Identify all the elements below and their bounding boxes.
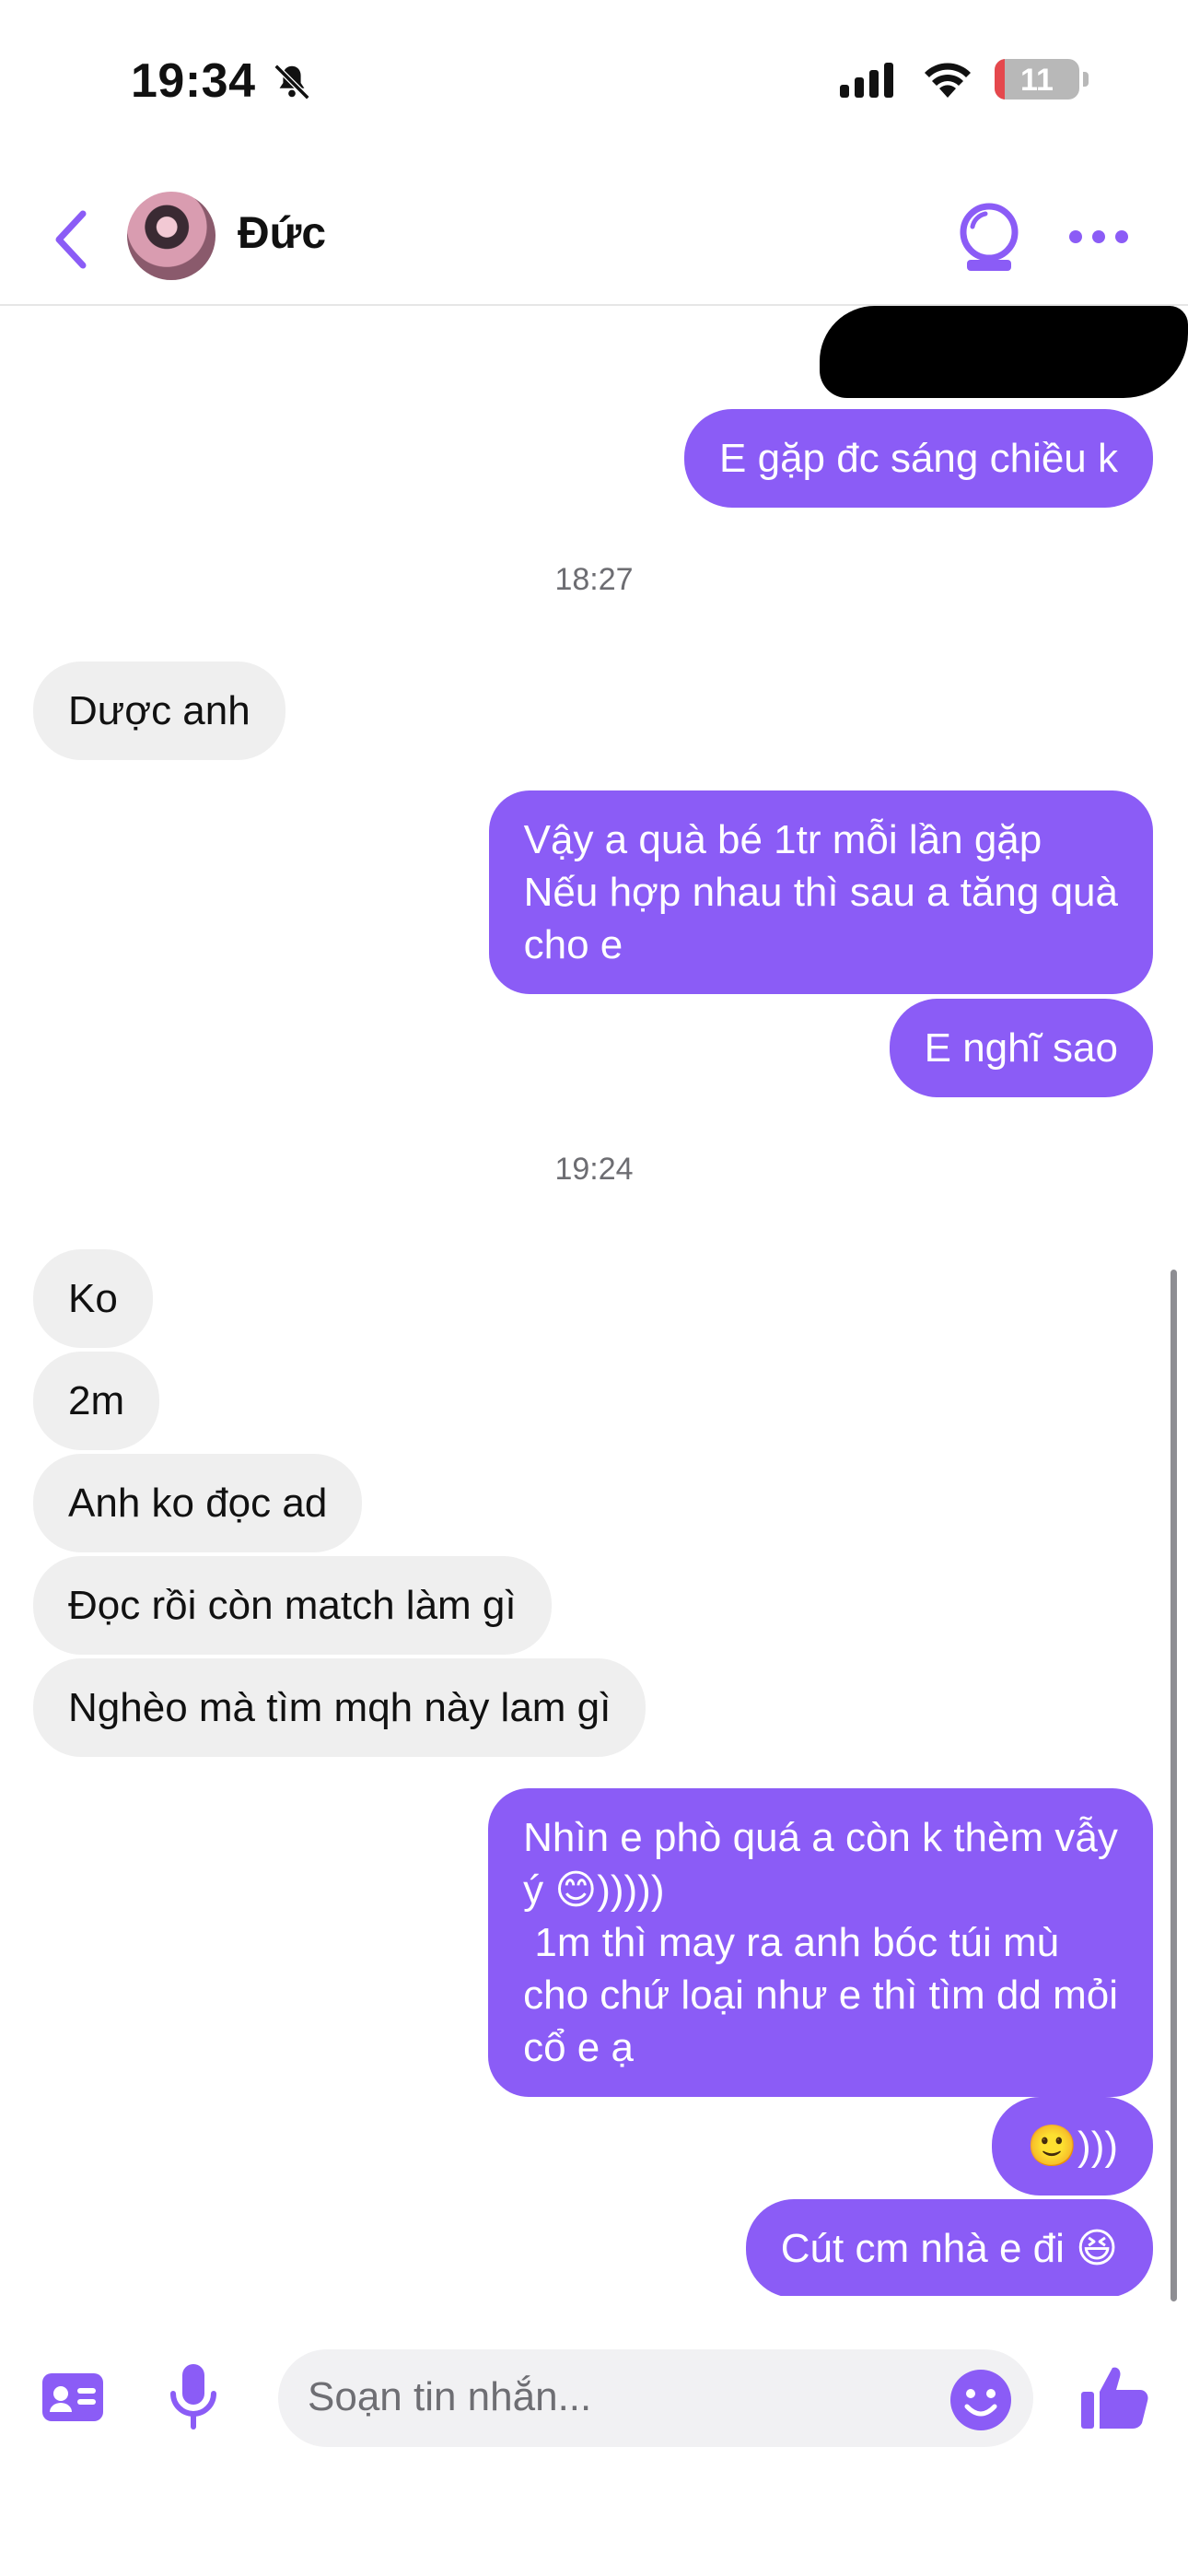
outgoing-message[interactable]: E nghĩ sao [889, 999, 1153, 1097]
timestamp: 19:24 [554, 1152, 634, 1187]
outgoing-message[interactable]: Cút cm nhà e đi 😆 [745, 2199, 1153, 2296]
signal-icon [840, 63, 893, 98]
outgoing-message[interactable]: 🙂))) [992, 2097, 1153, 2195]
battery-icon: 11 [995, 59, 1079, 100]
incoming-message[interactable]: Đọc rồi còn match làm gì [33, 1556, 552, 1655]
incoming-message[interactable]: 2m [33, 1352, 160, 1450]
status-time: 19:34 [131, 54, 256, 108]
redacted-message [820, 306, 1188, 398]
message-input-placeholder: Soạn tin nhắn... [308, 2374, 592, 2419]
battery-tip [1083, 72, 1089, 87]
outgoing-message[interactable]: Vậy a quà bé 1tr mỗi lần gặp Nếu hợp nha… [488, 790, 1153, 994]
chat-header: Đức [0, 175, 1188, 306]
message-list[interactable]: E gặp đc sáng chiều k 18:27 Dược anh Vậy… [0, 306, 1188, 2296]
outgoing-message[interactable]: Nhìn e phò quá a còn k thèm vẫy ý 😊)))))… [488, 1788, 1153, 2097]
composer: Soạn tin nhắn... [0, 2340, 1188, 2469]
incoming-message[interactable]: Dược anh [33, 662, 285, 760]
incoming-message[interactable]: Nghèo mà tìm mqh này lam gì [33, 1658, 646, 1757]
incoming-message[interactable]: Ko [33, 1249, 153, 1348]
incoming-message[interactable]: Anh ko đọc ad [33, 1454, 363, 1552]
thumbs-up-icon[interactable] [1079, 2364, 1149, 2430]
message-input[interactable]: Soạn tin nhắn... [278, 2349, 1033, 2447]
home-indicator-area [0, 2543, 1188, 2576]
outgoing-message[interactable]: E gặp đc sáng chiều k [684, 409, 1153, 508]
scrollbar[interactable] [1171, 1270, 1177, 2301]
microphone-icon[interactable] [166, 2362, 221, 2432]
wifi-icon [925, 63, 971, 98]
contact-name[interactable]: Đức [238, 208, 326, 259]
more-dots-icon[interactable] [1066, 214, 1131, 260]
bell-off-icon [274, 64, 310, 100]
smiley-icon[interactable] [949, 2368, 1013, 2432]
crystal-ball-icon[interactable] [952, 199, 1026, 276]
back-chevron-icon[interactable] [44, 203, 99, 276]
battery-level: 11 [1020, 63, 1054, 98]
avatar[interactable] [127, 192, 215, 280]
timestamp: 18:27 [554, 562, 634, 597]
contact-card-icon[interactable] [41, 2370, 105, 2425]
